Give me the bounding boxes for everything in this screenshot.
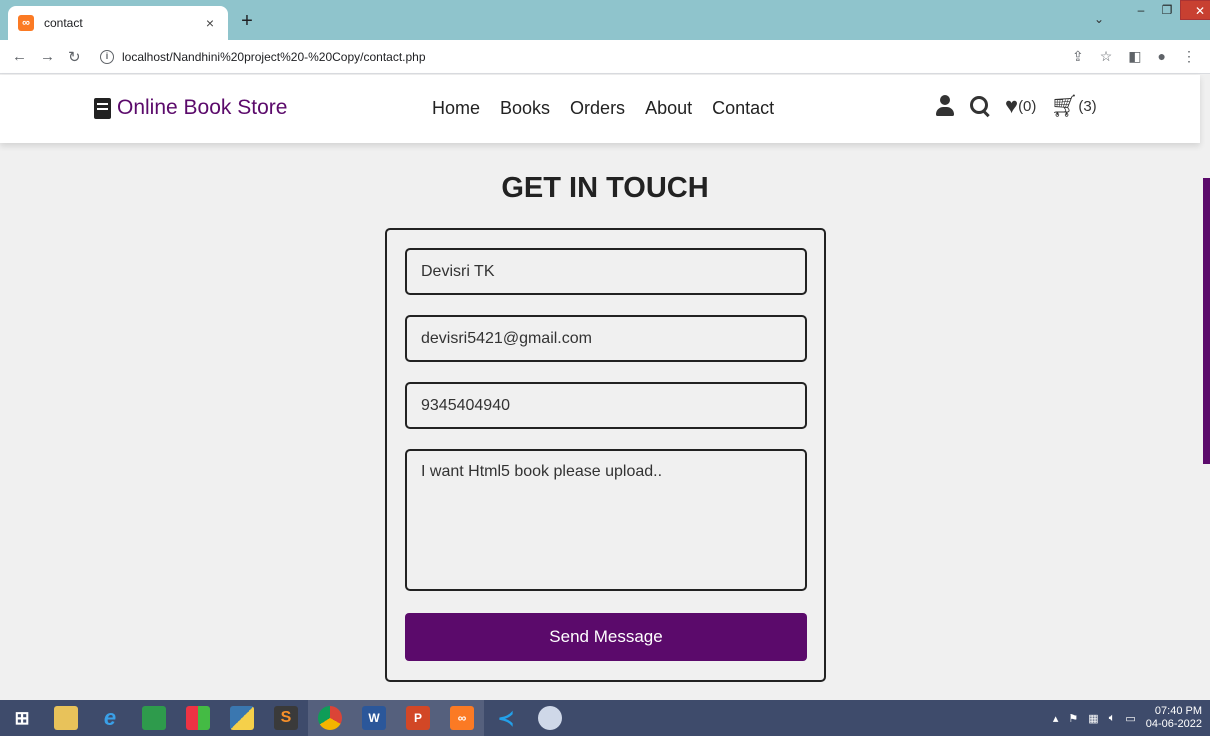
clock-date: 04-06-2022 — [1145, 718, 1202, 730]
search-icon[interactable] — [969, 95, 991, 117]
cart-count: (3) — [1078, 97, 1097, 115]
python-icon — [230, 706, 254, 730]
taskbar-ie[interactable]: e — [88, 700, 132, 736]
xampp-icon: ∞ — [450, 706, 474, 730]
page-title: GET IN TOUCH — [501, 172, 709, 204]
sublime-text-icon: S — [274, 706, 298, 730]
file-explorer-icon — [54, 706, 78, 730]
system-tray: ▴ ⚑ ▦ 🔈︎ ▭ 07:40 PM 04-06-2022 — [1053, 700, 1202, 736]
taskbar-app-tiles[interactable] — [176, 700, 220, 736]
minimize-icon[interactable]: – — [1128, 0, 1154, 20]
main-menu: Home Books Orders About Contact — [432, 98, 774, 119]
chrome-icon — [318, 706, 342, 730]
toolbar-actions: ⇪ ☆ ◧ ● ⋮ — [1072, 48, 1196, 65]
nav-books[interactable]: Books — [500, 98, 550, 119]
nav-contact[interactable]: Contact — [712, 98, 774, 119]
url-text[interactable]: localhost/Nandhini%20project%20-%20Copy/… — [122, 50, 426, 64]
security-alert-icon[interactable]: ⚑ — [1068, 712, 1078, 725]
wishlist-link[interactable]: ♥ (0) — [1005, 95, 1036, 117]
restore-icon[interactable]: ❐ — [1154, 0, 1180, 20]
brand-logo[interactable]: Online Book Store — [94, 96, 287, 120]
heart-icon: ♥ — [1005, 93, 1019, 118]
cart-icon: 🛒︎ — [1050, 93, 1079, 118]
taskbar-vscode[interactable]: ≺ — [484, 700, 528, 736]
phone-input[interactable]: 9345404940 — [405, 382, 807, 429]
message-textarea[interactable]: I want Html5 book please upload.. — [405, 449, 807, 591]
user-icon[interactable] — [935, 95, 955, 117]
tab-search-chevron-icon[interactable]: ⌄ — [1094, 12, 1104, 26]
taskbar-explorer[interactable] — [44, 700, 88, 736]
xampp-favicon-icon: ∞ — [18, 15, 34, 31]
taskbar-store[interactable] — [132, 700, 176, 736]
header-icons: ♥ (0) 🛒︎ (3) — [935, 95, 1097, 117]
back-arrow-icon[interactable]: ← — [12, 48, 27, 65]
taskbar-paint[interactable] — [528, 700, 572, 736]
tab-close-icon[interactable]: × — [202, 15, 218, 31]
book-icon — [94, 97, 111, 119]
nav-home[interactable]: Home — [432, 98, 480, 119]
name-input[interactable]: Devisri TK — [405, 248, 807, 295]
contact-form: Devisri TK devisri5421@gmail.com 9345404… — [385, 228, 826, 682]
clock[interactable]: 07:40 PM 04-06-2022 — [1146, 705, 1202, 731]
taskbar-sublime[interactable]: S — [264, 700, 308, 736]
store-icon — [142, 706, 166, 730]
taskbar-word[interactable]: W — [352, 700, 396, 736]
tab-title: contact — [44, 16, 83, 30]
cart-link[interactable]: 🛒︎ (3) — [1050, 95, 1096, 117]
taskbar-xampp[interactable]: ∞ — [440, 700, 484, 736]
close-window-icon[interactable]: ✕ — [1180, 0, 1210, 20]
scrollbar-thumb[interactable] — [1203, 178, 1210, 464]
nav-about[interactable]: About — [645, 98, 692, 119]
network-icon[interactable]: ▦ — [1088, 712, 1098, 725]
battery-icon[interactable]: ▭ — [1125, 712, 1135, 725]
word-icon: W — [362, 706, 386, 730]
brand-name: Online Book Store — [117, 96, 288, 119]
profile-icon[interactable]: ● — [1158, 48, 1166, 65]
browser-tab[interactable]: ∞ contact × — [8, 6, 228, 40]
vscode-icon: ≺ — [497, 707, 515, 730]
bookmark-star-icon[interactable]: ☆ — [1100, 48, 1113, 65]
side-panel-icon[interactable]: ◧ — [1128, 48, 1141, 65]
volume-icon[interactable]: 🔈︎ — [1109, 712, 1116, 725]
wishlist-count: (0) — [1018, 97, 1037, 115]
forward-arrow-icon[interactable]: → — [40, 48, 55, 65]
share-icon[interactable]: ⇪ — [1072, 48, 1084, 65]
menu-kebab-icon[interactable]: ⋮ — [1182, 48, 1196, 65]
taskbar-powerpoint[interactable]: P — [396, 700, 440, 736]
email-input[interactable]: devisri5421@gmail.com — [405, 315, 807, 362]
paint-icon — [538, 706, 562, 730]
taskbar-chrome[interactable] — [308, 700, 352, 736]
browser-address-bar: ← → ↻ i localhost/Nandhini%20project%20-… — [0, 40, 1210, 74]
site-header: Online Book Store Home Books Orders Abou… — [0, 75, 1200, 143]
windows-taskbar: ⊞ e S W P ∞ ≺ ▴ ⚑ ▦ 🔈︎ ▭ 07:40 PM 04-06-… — [0, 700, 1210, 736]
taskbar-python[interactable] — [220, 700, 264, 736]
nav-orders[interactable]: Orders — [570, 98, 625, 119]
reload-icon[interactable]: ↻ — [68, 48, 81, 66]
omnibox[interactable]: i localhost/Nandhini%20project%20-%20Cop… — [100, 44, 1060, 70]
start-button[interactable]: ⊞ — [0, 700, 44, 736]
windows-logo-icon: ⊞ — [14, 707, 30, 728]
powerpoint-icon: P — [406, 706, 430, 730]
show-hidden-icons-icon[interactable]: ▴ — [1053, 712, 1059, 725]
window-controls: – ❐ ✕ — [1128, 0, 1210, 22]
internet-explorer-icon: e — [103, 705, 117, 730]
new-tab-button[interactable]: + — [236, 10, 258, 32]
send-message-button[interactable]: Send Message — [405, 613, 807, 661]
site-info-icon[interactable]: i — [100, 50, 114, 64]
clock-time: 07:40 PM — [1154, 705, 1202, 717]
browser-tab-strip: ∞ contact × + ⌄ – ❐ ✕ — [0, 0, 1210, 40]
tiles-icon — [186, 706, 210, 730]
